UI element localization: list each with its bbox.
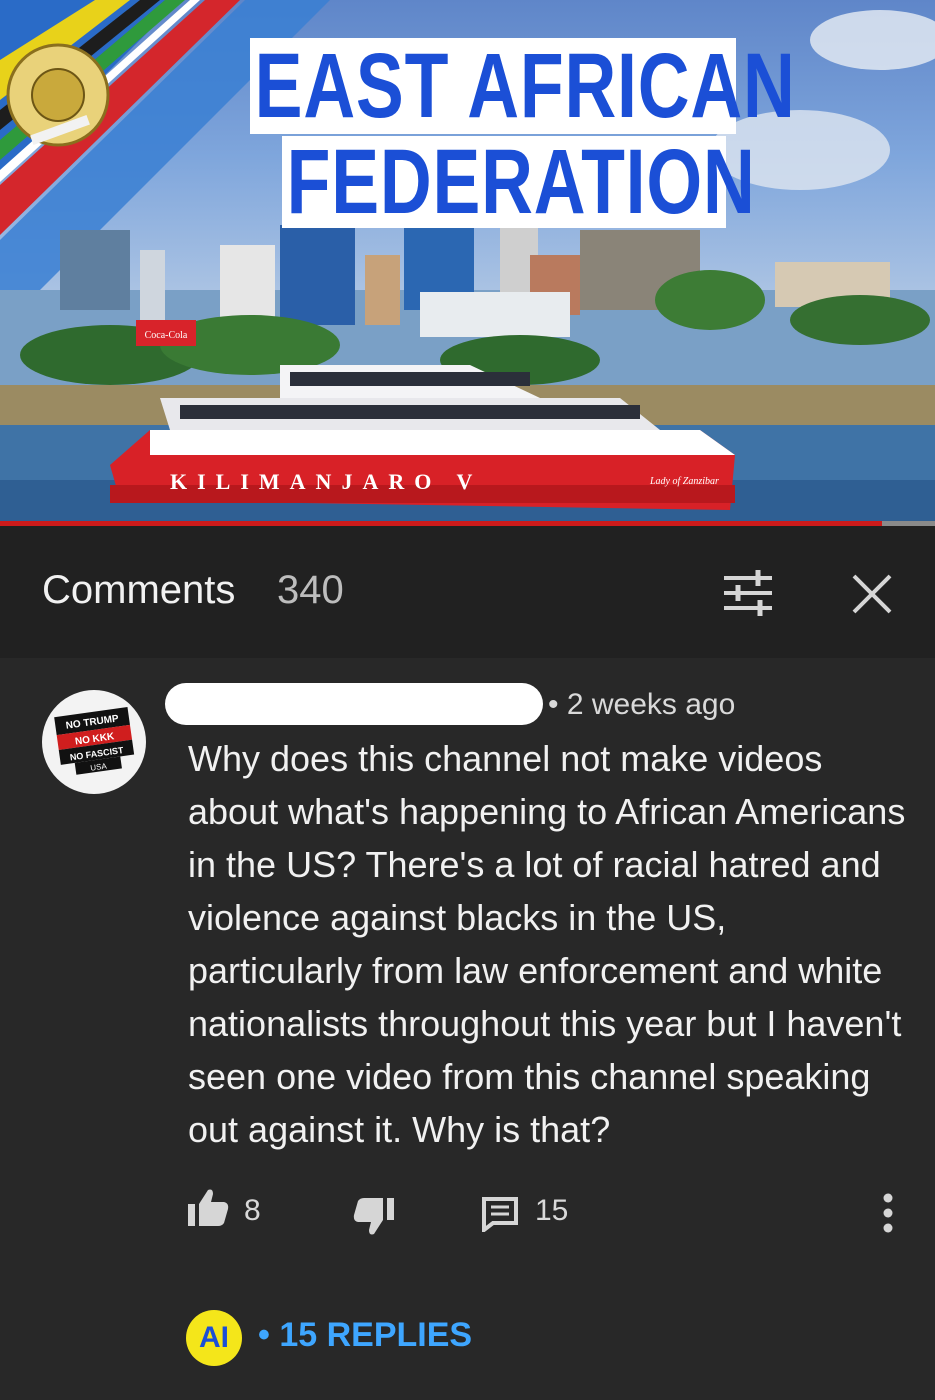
video-thumbnail[interactable]: Coca-Cola KILIMANJARO V Lady of Zanzibar… [0,0,935,525]
reply-count: 15 [535,1194,569,1227]
redacted-username [165,683,543,725]
avatar-sticker: NO TRUMP NO KKK NO FASCIST USA [54,707,135,775]
like-count: 8 [244,1194,261,1227]
comments-count: 340 [277,568,344,612]
sort-filter-icon[interactable] [720,568,774,618]
close-icon[interactable] [850,572,894,616]
boat-tag: Lady of Zanzibar [649,476,719,487]
sign-text: Coca-Cola [145,330,188,341]
comments-title: Comments [42,568,236,612]
title-line2-text: FEDERATION [286,131,756,233]
thumbnail-title-line1: EAST AFRICAN [250,35,796,137]
avatar-line-4: USA [90,761,108,772]
title-line1-text: EAST AFRICAN [254,35,796,137]
view-replies-label[interactable]: 15 REPLIES [279,1316,472,1354]
dislike-icon[interactable] [352,1196,396,1236]
comment-body: Why does this channel not make videos ab… [188,738,906,1150]
view-replies-link[interactable]: • 15 REPLIES [258,1316,472,1355]
boat-name: KILIMANJARO V [170,469,482,494]
thumbnail-title-line2: FEDERATION [282,131,756,233]
reply-author-avatar[interactable]: AI [186,1310,242,1366]
more-options-icon[interactable] [878,1192,898,1236]
commenter-avatar[interactable]: NO TRUMP NO KKK NO FASCIST USA [42,690,146,794]
comment-time-text: 2 weeks ago [566,688,736,721]
reply-icon[interactable] [481,1196,519,1232]
like-icon[interactable] [186,1188,230,1228]
comment-timestamp: • 2 weeks ago [548,688,736,721]
eac-emblem-icon [6,43,110,147]
